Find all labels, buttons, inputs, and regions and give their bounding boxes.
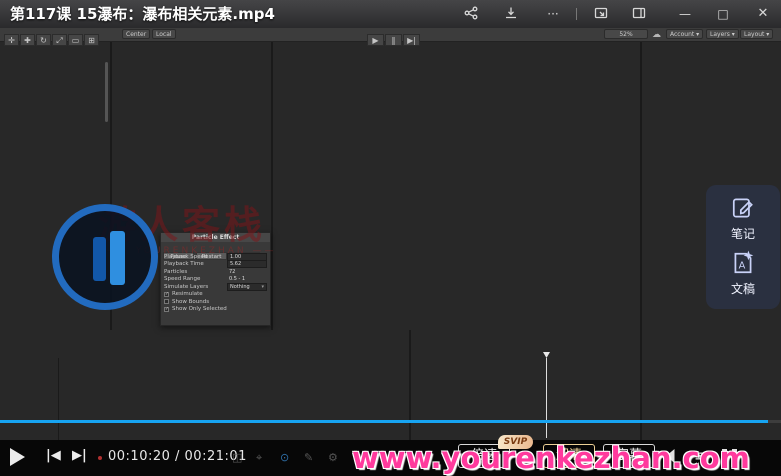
video-title: 第117课 15瀑布：瀑布相关元素.mp4 [10,5,275,23]
collab-status-pill[interactable]: 52% [604,29,648,39]
seek-bar-played[interactable] [0,420,768,423]
download-icon[interactable] [502,6,520,22]
unity-main-toolbar: ✛ ✚ ↻ ⤢ ▭ ⊞ Center Local ▶ ‖ ▶| 52% ☁ Account ▾… [0,28,781,46]
player-tool-icon-ai[interactable]: ⊙ [280,451,289,464]
hierarchy-scrollbar[interactable] [105,62,108,122]
close-icon[interactable]: ✕ [754,6,772,22]
note-pencil-icon [732,198,753,218]
particle-panel-checkbox-row[interactable]: ✓ Resimulate [161,291,270,299]
player-title-bar: 第117课 15瀑布：瀑布相关元素.mp4 ··· — □ ✕ [0,0,781,28]
notes-button[interactable]: 笔记 [706,185,780,242]
divider[interactable] [640,42,642,440]
checkbox[interactable]: ✓ [164,306,169,312]
document-ai-icon: A [734,250,754,274]
record-dot-icon [98,456,102,460]
play-control-button[interactable]: ▶ [367,34,384,46]
playhead-line [546,358,547,438]
side-tools-panel: 笔记 A 文稿 [706,185,780,309]
divider[interactable] [409,330,411,440]
layout-dropdown[interactable]: Layout ▾ [740,29,774,39]
video-player-window: ✛ ✚ ↻ ⤢ ▭ ⊞ Center Local ▶ ‖ ▶| 52% ☁ Account ▾… [0,0,781,476]
seek-bar-remaining[interactable] [768,420,781,423]
particle-panel-fields: Playback Speed 1.00 Playback Time 5.62 Par… [161,252,270,291]
pivot-toggle[interactable]: Center [122,29,151,39]
play-button[interactable] [10,448,25,466]
checkbox[interactable] [164,299,169,305]
play-control-button[interactable]: ▶| [403,34,420,46]
player-tool-icon-screenshot[interactable]: ◫ [232,451,242,464]
mini-window-icon[interactable] [592,6,610,22]
maximize-icon[interactable]: □ [714,6,732,22]
particle-panel-checks: ✓ Resimulate Show Bounds ✓ Show Only Sel… [161,291,270,314]
playback-time: 00:10:20 / 00:21:01 [108,449,247,464]
share-icon[interactable] [462,6,480,22]
tool-button[interactable]: ⤢ [52,34,67,46]
layers-dropdown[interactable]: Layers ▾ [706,29,739,39]
tool-button[interactable]: ✛ [4,34,19,46]
tool-button[interactable]: ✚ [20,34,35,46]
sidebar-toggle-icon[interactable] [630,6,648,22]
divider[interactable] [58,358,59,440]
logo-bar [110,231,125,285]
more-icon[interactable]: ··· [544,6,562,22]
particle-panel-field[interactable]: Simulate Layers Nothing [161,282,270,291]
particle-panel-checkbox-row[interactable]: Show Bounds [161,298,270,306]
url-watermark: www.yourenkezhan.com [352,441,750,475]
doc-label: 文稿 [730,282,755,296]
player-tool-icon-edit[interactable]: ✎ [304,451,313,464]
brand-logo [52,204,158,310]
player-tool-icon-cast[interactable]: ⌖ [256,451,262,465]
minimize-icon[interactable]: — [676,6,694,22]
tool-button[interactable]: ▭ [68,34,83,46]
next-video-button[interactable]: ▶| [72,448,87,463]
tool-button[interactable]: ↻ [36,34,51,46]
notes-label: 笔记 [730,227,755,241]
particle-panel-field[interactable]: Playback Time 5.62 [161,260,270,269]
previous-video-button[interactable]: |◀ [46,448,61,463]
particle-panel-field[interactable]: Particles 72 [161,268,270,276]
account-dropdown[interactable]: Account ▾ [666,29,704,39]
checkbox[interactable]: ✓ [164,291,169,297]
logo-bar [93,237,106,281]
particle-panel-checkbox-row[interactable]: ✓ Show Only Selected [161,306,270,314]
play-control-button[interactable]: ‖ [385,34,402,46]
player-tool-icon-settings[interactable]: ⚙ [328,451,338,464]
divider [576,8,577,20]
play-controls: ▶ ‖ ▶| [366,28,420,47]
doc-button[interactable]: A 文稿 [706,242,780,297]
cloud-icon[interactable]: ☁ [652,30,661,40]
space-toggle[interactable]: Local [152,29,176,39]
divider[interactable] [271,42,273,330]
svg-text:A: A [739,260,746,271]
tool-button[interactable]: ⊞ [84,34,99,46]
transform-tools: ✛ ✚ ↻ ⤢ ▭ ⊞ [3,28,99,47]
